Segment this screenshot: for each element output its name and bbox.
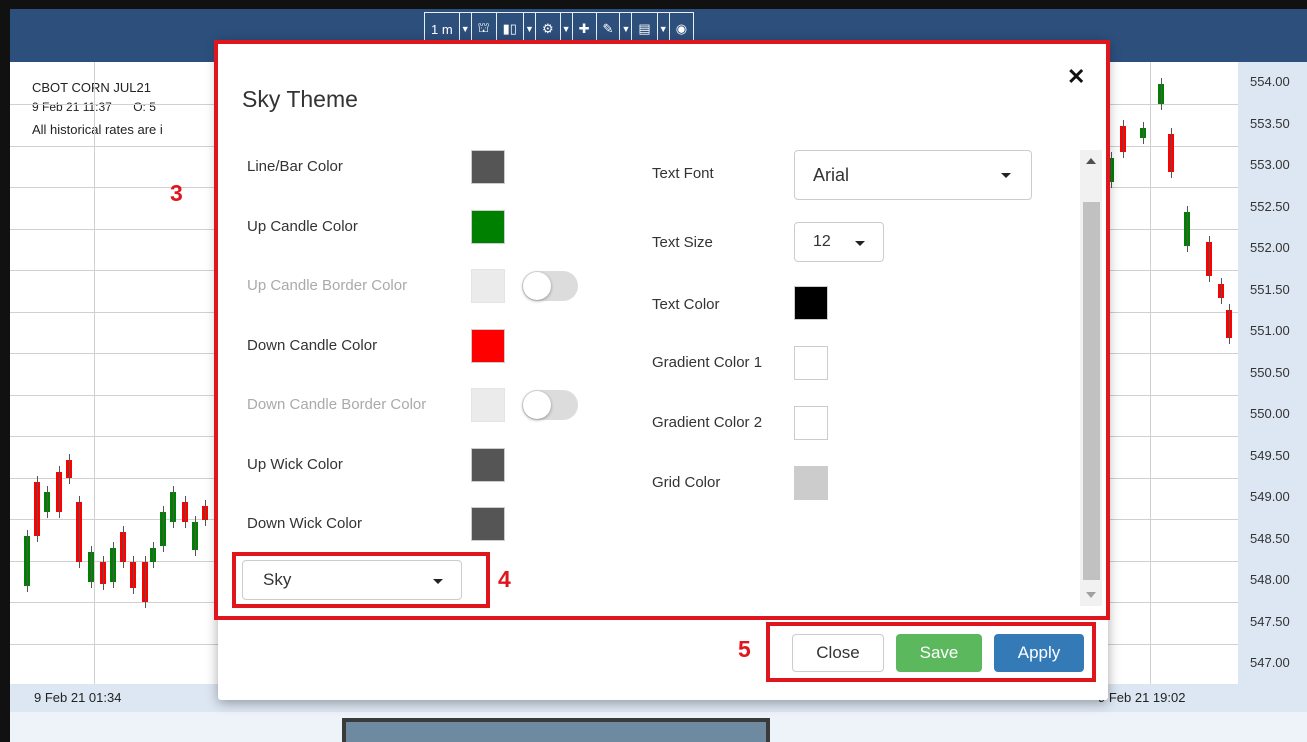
candle-wick xyxy=(1161,78,1162,110)
historical-notice: All historical rates are i xyxy=(32,122,163,137)
price-label: 554.00 xyxy=(1250,74,1290,89)
candle-wick xyxy=(195,516,196,556)
datetime-value: 9 Feb 21 11:37 xyxy=(32,100,112,114)
grid-line xyxy=(1150,62,1151,684)
time-label-start: 9 Feb 21 01:34 xyxy=(34,690,122,705)
annotation-number-buttons: 5 xyxy=(738,636,751,662)
price-axis: 554.00 553.50 553.00 552.50 552.00 551.50 551.… xyxy=(1238,62,1307,684)
price-label: 548.00 xyxy=(1250,572,1290,587)
price-label: 547.50 xyxy=(1250,613,1290,629)
annotation-number-theme-select: 4 xyxy=(498,566,511,592)
price-label: 548.50 xyxy=(1250,530,1290,546)
candle-wick xyxy=(173,486,174,528)
window-top-strip xyxy=(0,0,1307,9)
candle-wick xyxy=(1143,122,1144,144)
candle-wick xyxy=(1123,120,1124,158)
candle-wick xyxy=(205,500,206,526)
price-label: 550.00 xyxy=(1250,406,1290,421)
price-label: 553.00 xyxy=(1250,157,1290,172)
candle-wick xyxy=(91,546,92,588)
price-label: 551.00 xyxy=(1250,323,1290,338)
price-label: 551.50 xyxy=(1250,281,1290,297)
candle-wick xyxy=(1209,236,1210,282)
instrument-name: CBOT CORN JUL21 xyxy=(32,80,151,95)
price-label: 549.50 xyxy=(1250,447,1290,463)
candle-wick xyxy=(1171,128,1172,178)
candle-wick xyxy=(163,506,164,552)
candle-wick xyxy=(1111,152,1112,188)
candle-wick xyxy=(47,486,48,518)
price-label: 552.50 xyxy=(1250,198,1290,214)
candle-wick xyxy=(145,556,146,608)
candle-wick xyxy=(79,496,80,568)
grid-line xyxy=(94,62,95,684)
price-label: 549.00 xyxy=(1250,489,1290,504)
interval-label: 1 m xyxy=(431,21,453,37)
price-label: 550.50 xyxy=(1250,364,1290,380)
navigator-window[interactable] xyxy=(342,718,770,742)
candle-wick xyxy=(113,542,114,588)
candle-wick xyxy=(133,556,134,594)
window-left-edge xyxy=(0,0,10,742)
annotation-box-modal xyxy=(214,40,1110,620)
annotation-number-modal: 3 xyxy=(170,180,183,206)
open-value: O: 5 xyxy=(133,100,156,114)
candle-wick xyxy=(1229,304,1230,344)
annotation-box-buttons xyxy=(766,622,1096,682)
candle-wick xyxy=(69,454,70,484)
price-label: 547.00 xyxy=(1250,655,1290,670)
candle-wick xyxy=(185,496,186,528)
candle-wick xyxy=(1187,206,1188,252)
candle-wick xyxy=(103,556,104,590)
candle-wick xyxy=(37,476,38,542)
candle-wick xyxy=(59,466,60,518)
navigator-panel xyxy=(10,712,1307,742)
annotation-box-theme-select xyxy=(232,552,490,608)
price-label: 553.50 xyxy=(1250,115,1290,131)
candle-wick xyxy=(153,542,154,568)
candle-wick xyxy=(123,526,124,568)
price-label: 552.00 xyxy=(1250,240,1290,255)
candle-wick xyxy=(27,530,28,592)
candle-wick xyxy=(1221,278,1222,304)
time-label-end: 9 Feb 21 19:02 xyxy=(1098,690,1186,705)
